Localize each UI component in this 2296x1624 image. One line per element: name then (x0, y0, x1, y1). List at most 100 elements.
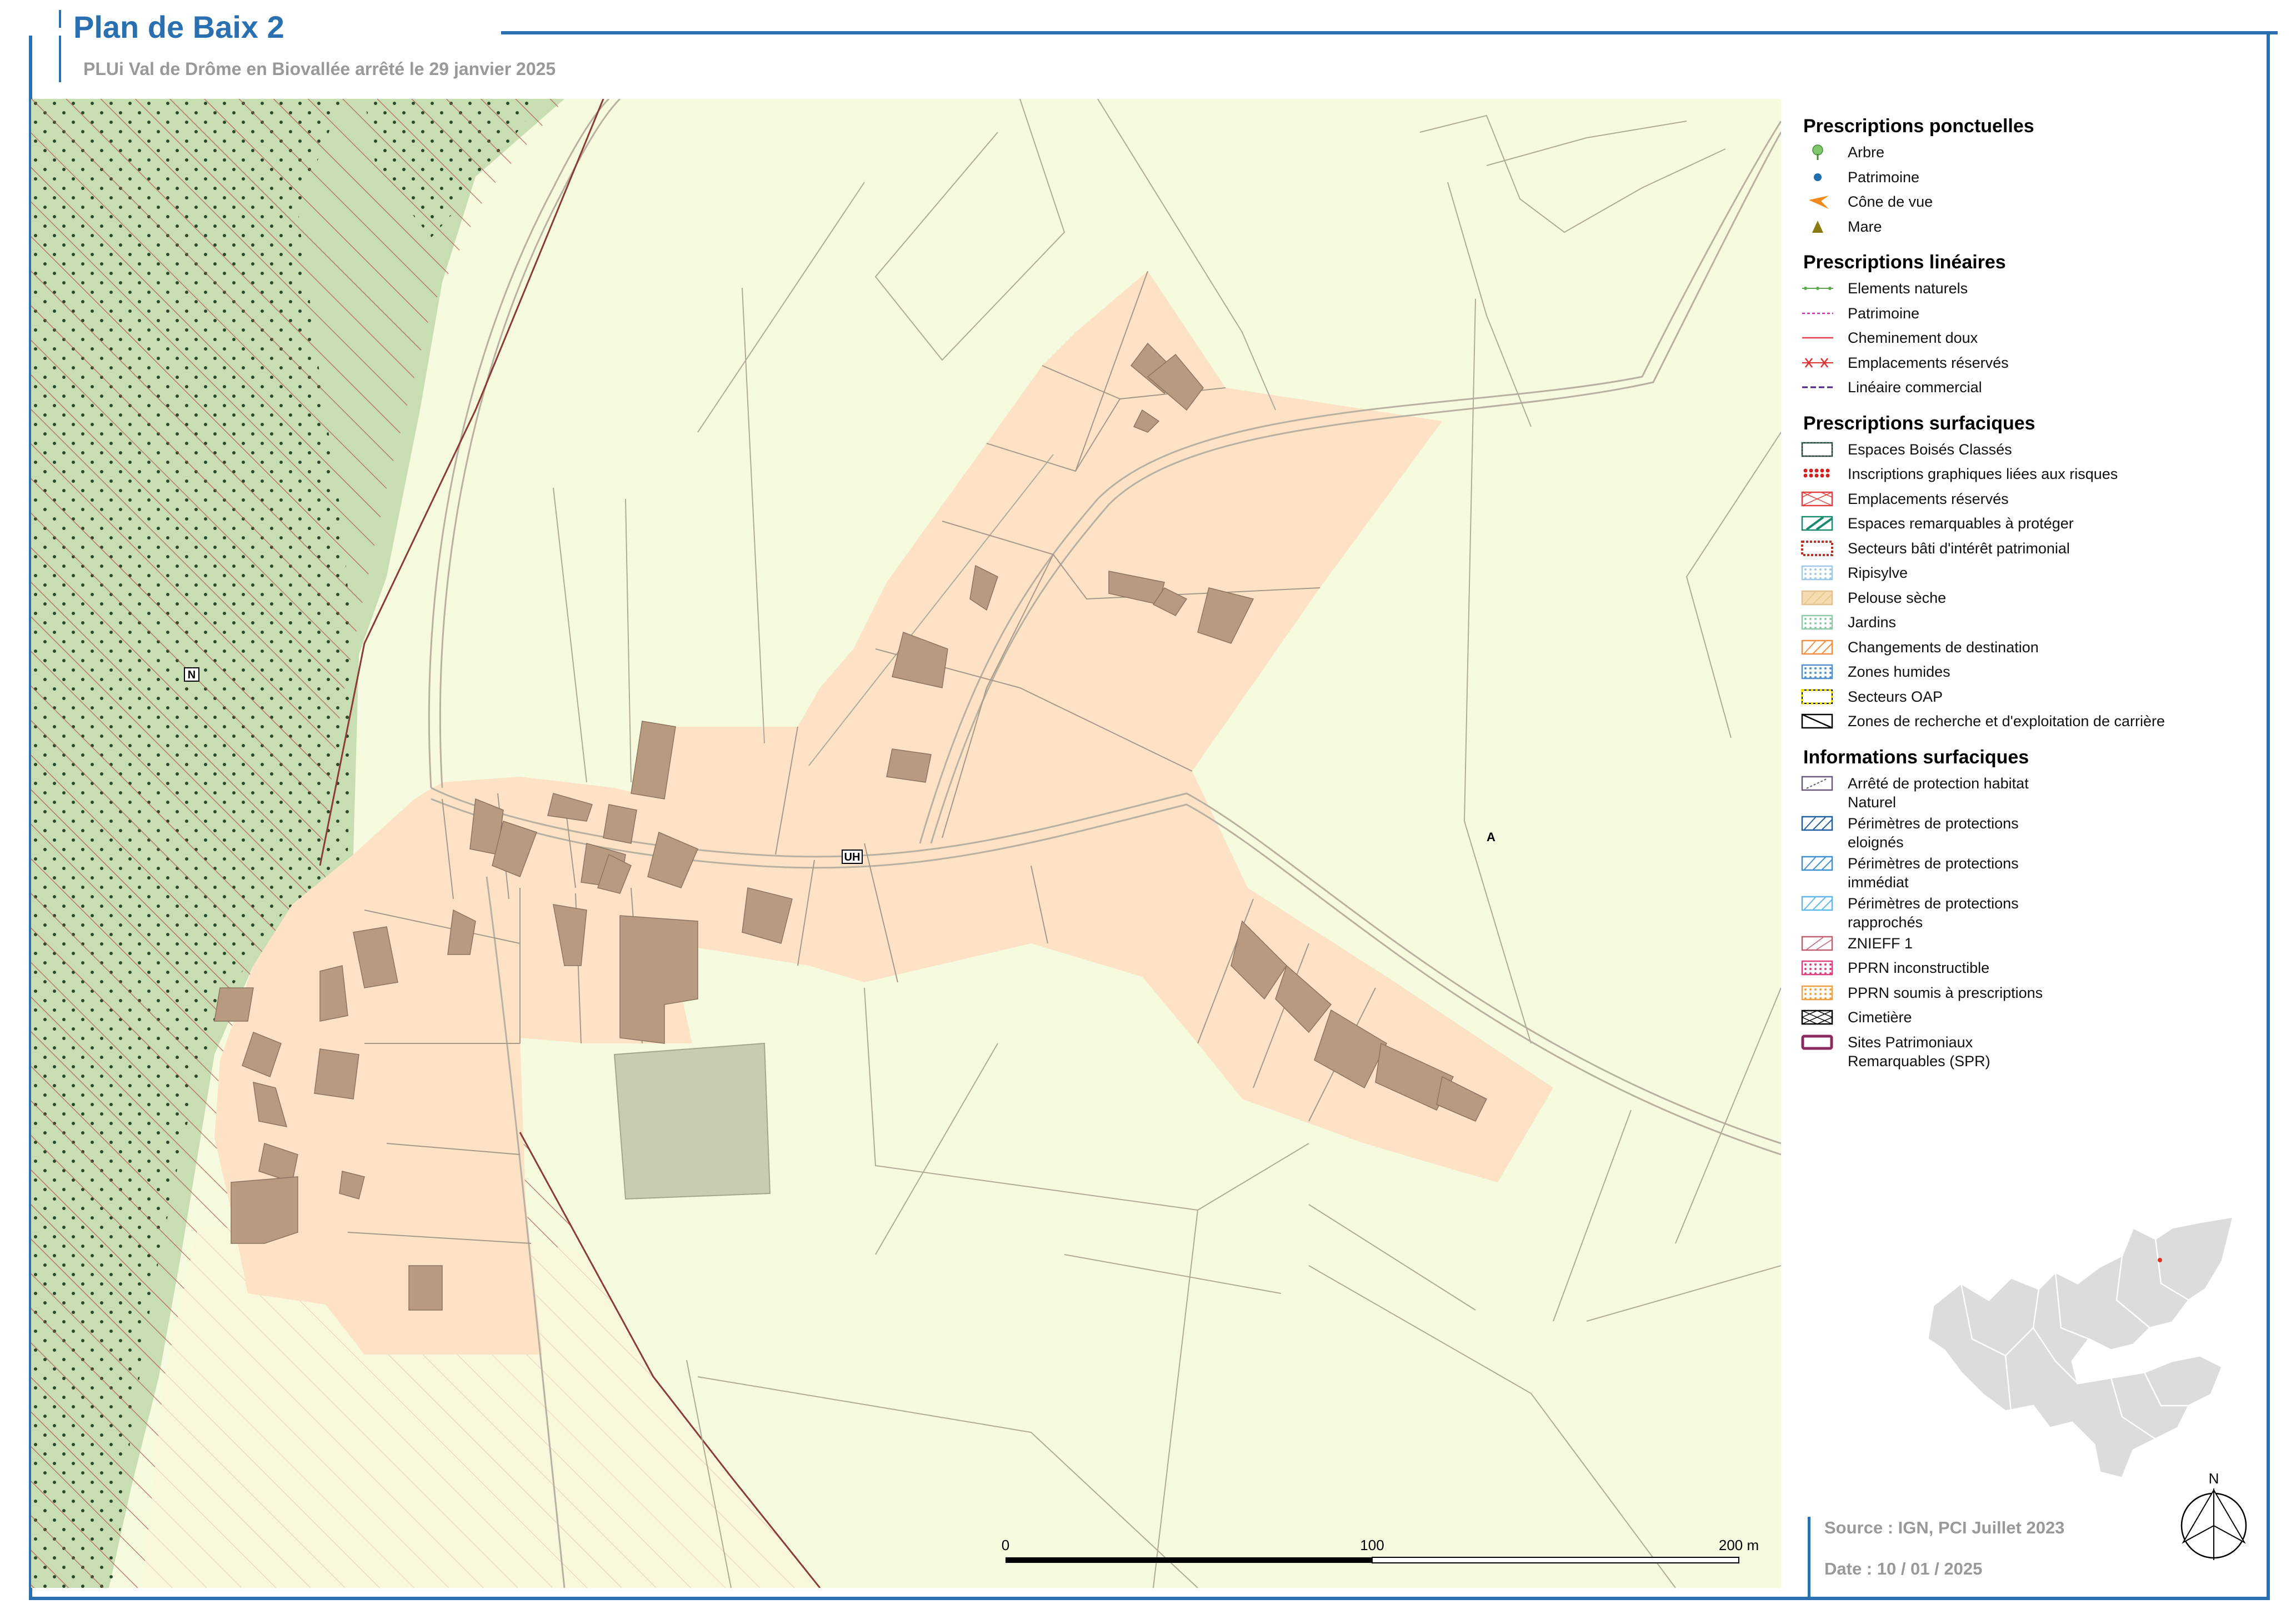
box-orange-hatch (1800, 638, 1835, 657)
legend-item-label: Périmètres de protections eloignés (1848, 815, 2019, 851)
legend-item-label: Pelouse sèche (1848, 589, 1947, 606)
legend-item-label: Secteurs bâti d'intérêt patrimonial (1848, 539, 2070, 557)
legend-item-label: Cimetière (1848, 1009, 1912, 1026)
legend: Prescriptions ponctuelles Arbre Patrimoine… (1800, 106, 2255, 1073)
legend-item-label: Espaces remarquables à protéger (1848, 515, 2074, 532)
legend-item-label: ZNIEFF 1 (1848, 935, 1913, 952)
legend-item-label: Zones de recherche et d'exploitation de … (1848, 713, 2165, 729)
legend-item-label: PPRN soumis à prescriptions (1848, 984, 2043, 1001)
box-red-dots (1800, 464, 1835, 483)
legend-item: ZNIEFF 1 (1800, 934, 2255, 959)
legend-item-label: Zones humides (1848, 663, 1950, 680)
legend-item: Emplacements réservés (1800, 353, 2255, 378)
line-magenta-dash (1800, 304, 1835, 323)
box-cyan-hatch (1800, 894, 1835, 913)
legend-item: Emplacements réservés (1800, 489, 2255, 514)
legend-item-label: Cône de vue (1848, 193, 1933, 210)
legend-item: Cheminement doux (1800, 328, 2255, 353)
building (886, 748, 932, 783)
legend-item: Pelouse sèche (1800, 588, 2255, 613)
box-black-hatch (1800, 712, 1835, 731)
box-cross (1800, 1008, 1835, 1027)
legend-item: Espaces remarquables à protéger (1800, 514, 2255, 539)
legend-item-label: PPRN inconstructible (1848, 960, 1990, 976)
north-label: N (2209, 1470, 2219, 1487)
box-blue-dots2 (1800, 662, 1835, 681)
triangle-icon (1800, 217, 1835, 236)
legend-item: Zones de recherche et d'exploitation de … (1800, 712, 2255, 737)
legend-item: Patrimoine (1800, 304, 2255, 329)
line-green-dots (1800, 279, 1835, 298)
box-red-cross (1800, 489, 1835, 508)
legend-item-label: Espaces Boisés Classés (1848, 441, 2012, 458)
building (408, 1265, 443, 1311)
legend-item: Espaces Boisés Classés (1800, 440, 2255, 465)
legend-item: PPRN inconstructible (1800, 958, 2255, 983)
box-orange-dots (1800, 983, 1835, 1002)
box-brown-dash (1800, 539, 1835, 558)
box-pink-dots (1800, 958, 1835, 977)
box-teal-hatch (1800, 514, 1835, 533)
legend-item: Mare (1800, 217, 2255, 242)
zone-label-n-text: N (188, 669, 196, 681)
legend-item: Cimetière (1800, 1008, 2255, 1033)
box-green-dots (1800, 613, 1835, 632)
scale-tick-0: 0 (1002, 1537, 1009, 1553)
box-ebc (1800, 440, 1835, 459)
legend-item-label: Jardins (1848, 614, 1897, 631)
zone-label-a-text: A (1487, 830, 1495, 844)
north-arrow: N (2180, 1470, 2247, 1560)
zone-label-uh-text: UH (844, 851, 861, 863)
box-rose-hatch (1800, 934, 1835, 953)
building (314, 1048, 359, 1100)
legend-item: Périmètres de protections eloignés (1800, 814, 2255, 854)
legend-item-label: Emplacements réservés (1848, 354, 2009, 371)
date-text: Date : 10 / 01 / 2025 (1824, 1559, 1983, 1578)
legend-item-label: Périmètres de protections rapprochés (1848, 895, 2019, 931)
overview-location-marker (2158, 1258, 2162, 1262)
legend-item: Arbre (1800, 143, 2255, 168)
legend-item-label: Périmètres de protections immédiat (1848, 855, 2019, 891)
line-red-cross (1800, 353, 1835, 372)
line-purple-dash (1800, 378, 1835, 397)
box-yellow-dash (1800, 687, 1835, 706)
legend-item: Jardins (1800, 613, 2255, 638)
legend-section-title: Prescriptions ponctuelles (1803, 116, 2034, 137)
building (231, 1176, 298, 1244)
legend-item-label: Elements naturels (1848, 280, 1968, 297)
box-blue-hatch2 (1800, 854, 1835, 873)
zone-label-a: A (1487, 830, 1495, 844)
box-spr (1800, 1033, 1835, 1052)
legend-item: Elements naturels (1800, 279, 2255, 304)
legend-item-label: Inscriptions graphiques liées aux risque… (1848, 466, 2118, 482)
legend-item: Secteurs OAP (1800, 687, 2255, 712)
legend-item: Périmètres de protections immédiat (1800, 854, 2255, 894)
legend-item: Inscriptions graphiques liées aux risque… (1800, 464, 2255, 489)
map-canvas[interactable]: N UH A 0 100 200 m (31, 99, 1781, 1588)
legend-item: PPRN soumis à prescriptions (1800, 983, 2255, 1008)
building (214, 987, 254, 1022)
legend-item-label: Arrêté de protection habitat Naturel (1848, 774, 2029, 811)
legend-item-label: Emplacements réservés (1848, 490, 2009, 507)
legend-item-label: Secteurs OAP (1848, 688, 1943, 705)
legend-item: Zones humides (1800, 662, 2255, 687)
building (603, 804, 637, 844)
legend-item: Patrimoine (1800, 168, 2255, 193)
zone-label-n: N (184, 667, 199, 682)
legend-item-label: Sites Patrimoniaux Remarquables (SPR) (1848, 1033, 1990, 1070)
source-accent-bar (1808, 1517, 1810, 1600)
page-subtitle: PLUi Val de Drôme en Biovallée arrêté le… (83, 59, 556, 79)
source-text: Source : IGN, PCI Juillet 2023 (1824, 1518, 2065, 1537)
scale-tick-100: 100 (1360, 1537, 1384, 1553)
legend-item: Périmètres de protections rapprochés (1800, 894, 2255, 934)
scale-tick-200: 200 m (1719, 1537, 1759, 1553)
legend-item: Changements de destination (1800, 638, 2255, 663)
legend-section-title: Prescriptions surfaciques (1803, 412, 2035, 434)
legend-item: Ripisylve (1800, 563, 2255, 588)
box-blue-dots (1800, 563, 1835, 582)
legend-item-label: Cheminement doux (1848, 329, 1978, 346)
legend-item: Arrêté de protection habitat Naturel (1800, 774, 2255, 814)
legend-item-label: Mare (1848, 218, 1882, 235)
legend-section-title: Prescriptions linéaires (1803, 252, 2006, 273)
legend-item-label: Linéaire commercial (1848, 379, 1982, 396)
